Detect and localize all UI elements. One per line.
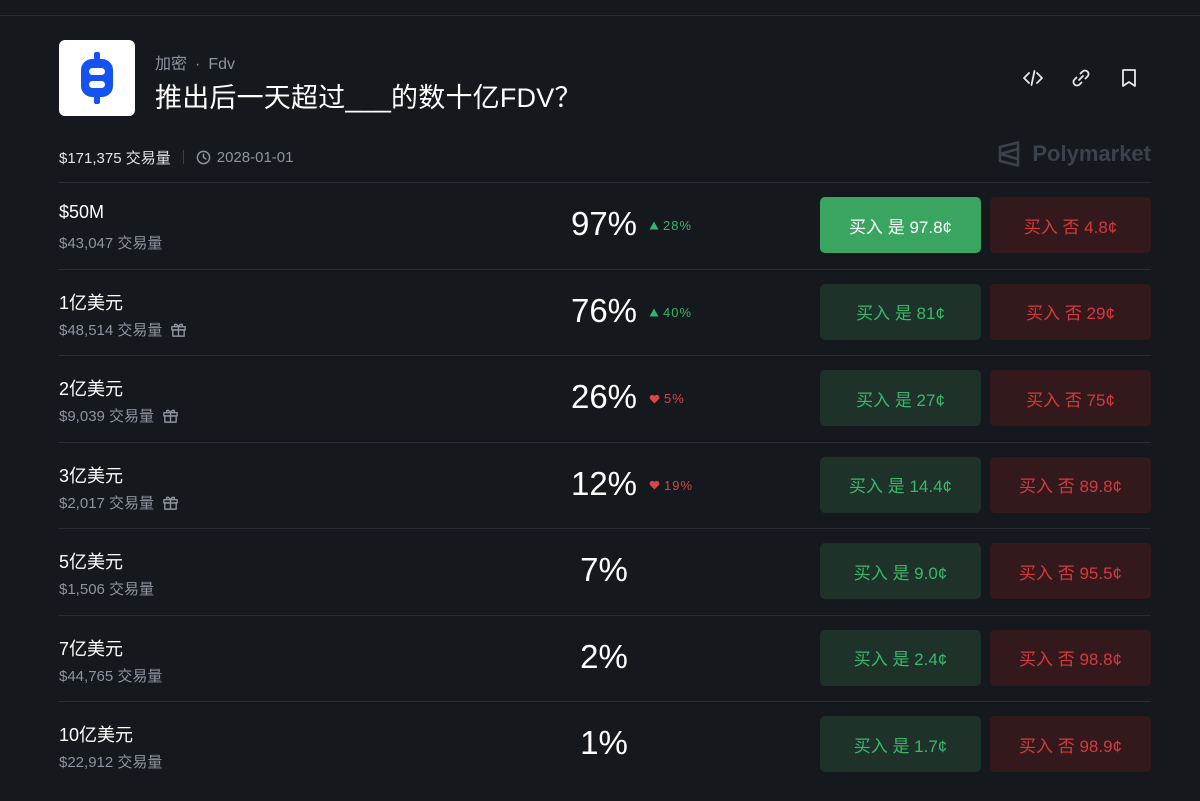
code-icon[interactable] (1021, 66, 1045, 90)
outcome-name: 7亿美元 (59, 638, 124, 659)
probability-change: 5% (649, 391, 685, 406)
outcome-volume: $2,017 交易量 (59, 492, 179, 513)
meta-divider (182, 150, 184, 164)
probability-change-value: 40% (663, 304, 693, 320)
breadcrumb-subcategory[interactable]: Fdv (208, 56, 235, 73)
market-card: 加密 · Fdv 推出后一天超过___的数十亿FDV？ $171,375 交易量… (59, 0, 1151, 801)
heart-down-icon (649, 394, 660, 404)
outcome-name: 5亿美元 (59, 552, 124, 572)
clock-icon (196, 150, 211, 164)
probability-change: 28% (649, 218, 692, 233)
b-coin-logo (59, 40, 135, 116)
total-volume: $171,375 交易量 (59, 149, 171, 167)
bookmark-icon[interactable] (1117, 66, 1141, 90)
outcome-probability-value: 26% (570, 378, 638, 415)
outcome-row[interactable]: 3亿美元 $2,017 交易量 12% 19% 买入 是 14.4¢ 买入 否 89.8¢ (59, 441, 1151, 529)
outcome-volume-value: $48,514 交易量 (59, 321, 163, 339)
outcome-probability-value: 2% (580, 637, 628, 675)
outcome-probability-value: 97% (570, 205, 638, 242)
buy-yes-button[interactable]: 买入 是 14.4¢ (820, 456, 981, 513)
outcome-row[interactable]: $50M $43,047 交易量 97% 28% 买入 是 97.8¢ 买入 否 4.8¢ (59, 182, 1151, 269)
buy-yes-button[interactable]: 买入 是 27¢ (820, 370, 981, 426)
outcome-volume: $43,047 交易量 (59, 232, 162, 253)
market-meta: $171,375 交易量 2028-01-01 (59, 146, 293, 168)
outcome-volume-value: $2,017 交易量 (59, 494, 155, 512)
outcome-name: $50M (59, 202, 105, 222)
outcome-volume: $48,514 交易量 (59, 319, 187, 340)
outcome-volume-value: $1,506 交易量 (59, 581, 155, 598)
heart-down-icon (649, 480, 660, 490)
link-icon[interactable] (1069, 66, 1093, 90)
probability-change-value: 28% (663, 218, 693, 233)
outcome-volume: $1,506 交易量 (59, 578, 154, 599)
gift-icon[interactable] (170, 321, 187, 338)
outcome-volume-value: $43,047 交易量 (59, 235, 163, 252)
buy-yes-button[interactable]: 买入 是 1.7¢ (820, 716, 981, 772)
buy-no-button[interactable]: 买入 否 4.8¢ (990, 197, 1151, 253)
buy-no-button[interactable]: 买入 否 98.8¢ (990, 629, 1151, 686)
end-date-value: 2028-01-01 (216, 148, 294, 166)
outcome-row[interactable]: 10亿美元 $22,912 交易量 1% 买入 是 1.7¢ 买入 否 98.9¢ (59, 701, 1151, 788)
header-actions (1021, 66, 1141, 90)
outcome-row[interactable]: 5亿美元 $1,506 交易量 7% 买入 是 9.0¢ 买入 否 95.5¢ (59, 528, 1151, 615)
brand-name: Polymarket (1032, 141, 1151, 166)
buy-no-button[interactable]: 买入 否 98.9¢ (990, 716, 1151, 772)
buy-no-button[interactable]: 买入 否 75¢ (990, 370, 1151, 426)
market-header: 加密 · Fdv 推出后一天超过___的数十亿FDV？ (59, 40, 1151, 116)
buy-no-button[interactable]: 买入 否 89.8¢ (990, 456, 1151, 513)
outcome-probability-value: 76% (570, 291, 638, 329)
outcome-volume-value: $22,912 交易量 (59, 754, 163, 771)
outcome-row[interactable]: 2亿美元 $9,039 交易量 26% 5% 买入 是 27¢ 买入 否 75¢ (59, 355, 1151, 442)
buy-yes-button[interactable]: 买入 是 9.0¢ (820, 543, 981, 599)
outcome-volume: $44,765 交易量 (59, 665, 162, 686)
page-title: 推出后一天超过___的数十亿FDV？ (155, 83, 582, 113)
outcome-volume: $9,039 交易量 (59, 405, 179, 426)
outcome-probability-value: 1% (580, 724, 628, 761)
outcome-volume-value: $44,765 交易量 (59, 667, 163, 685)
outcome-row[interactable]: 7亿美元 $44,765 交易量 2% 买入 是 2.4¢ 买入 否 98.8¢ (59, 614, 1151, 702)
outcome-row[interactable]: 1亿美元 $48,514 交易量 76% 40% 买入 是 81¢ 买入 否 29¢ (59, 268, 1151, 356)
breadcrumb: 加密 · Fdv (155, 50, 235, 74)
polymarket-logo (999, 141, 1020, 167)
gift-icon[interactable] (162, 494, 179, 511)
outcome-name: 10亿美元 (59, 725, 134, 745)
gift-icon[interactable] (162, 407, 179, 424)
buy-yes-button[interactable]: 买入 是 2.4¢ (820, 629, 981, 686)
breadcrumb-category[interactable]: 加密 (155, 56, 187, 73)
triangle-up-icon (649, 308, 659, 317)
probability-change: 40% (649, 305, 692, 320)
outcome-probability-value: 7% (580, 551, 628, 588)
outcome-name: 3亿美元 (59, 465, 124, 486)
buy-yes-button[interactable]: 买入 是 97.8¢ (820, 197, 981, 253)
buy-no-button[interactable]: 买入 否 95.5¢ (990, 543, 1151, 599)
outcome-name: 1亿美元 (59, 292, 124, 313)
outcome-list: $50M $43,047 交易量 97% 28% 买入 是 97.8¢ 买入 否 4.8¢… (59, 182, 1151, 788)
outcome-volume-value: $9,039 交易量 (59, 408, 155, 425)
outcome-name: 2亿美元 (59, 379, 124, 399)
probability-change-value: 5% (664, 391, 685, 406)
outcome-volume: $22,912 交易量 (59, 751, 162, 772)
end-date: 2028-01-01 (196, 148, 294, 166)
buy-yes-button[interactable]: 买入 是 81¢ (820, 283, 981, 340)
buy-no-button[interactable]: 买入 否 29¢ (990, 283, 1151, 340)
triangle-up-icon (649, 221, 659, 230)
probability-change-value: 19% (664, 477, 694, 493)
probability-change: 19% (649, 478, 693, 493)
breadcrumb-separator: · (195, 56, 201, 73)
polymarket-brand: Polymarket (996, 141, 1151, 167)
outcome-probability-value: 12% (570, 464, 638, 502)
